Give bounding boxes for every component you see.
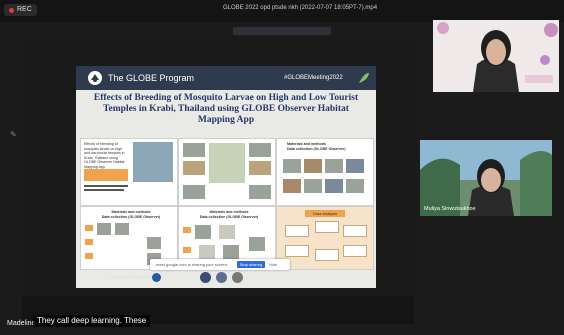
- top-toolbar-strip: [233, 27, 331, 35]
- slide-title: Effects of Breeding of Mosquito Larvae o…: [93, 93, 359, 125]
- participant-2-video: [420, 140, 552, 216]
- photo-7: [283, 159, 301, 173]
- photo-20: [219, 225, 235, 239]
- participant-2-name: Muliya Sinwutsukhoe: [424, 206, 476, 212]
- map-thailand: [209, 143, 245, 183]
- methods-heading-3: Materials and methods Data collection (G…: [199, 210, 259, 219]
- presentation-slide: The GLOBE Program #GLOBEMeeting2022 Effe…: [76, 66, 376, 288]
- participant-tile-2[interactable]: Muliya Sinwutsukhoe: [420, 140, 552, 216]
- photo-14: [346, 179, 364, 193]
- methods-heading-2: Materials and methods Data collection (G…: [101, 210, 161, 219]
- photo-12: [304, 179, 322, 193]
- photo-15: [97, 223, 111, 235]
- conference-hashtag: #GLOBEMeeting2022: [284, 75, 343, 81]
- screen-share-notice: meet.google.com is sharing your screen. …: [150, 259, 290, 270]
- photo-6: [249, 185, 271, 199]
- leaf-icon: [359, 73, 369, 83]
- photo-23: [249, 237, 265, 251]
- pen-icon[interactable]: ✎: [10, 131, 17, 139]
- intro-panel: Effects of breeding of mosquito larvae o…: [80, 138, 178, 206]
- photo-17: [147, 237, 161, 249]
- photo-19: [195, 225, 211, 239]
- photo-5: [183, 185, 205, 199]
- photo-11: [283, 179, 301, 193]
- photo-16: [115, 223, 129, 235]
- share-message: meet.google.com is sharing your screen.: [156, 262, 229, 267]
- photo-3: [183, 161, 205, 175]
- live-caption: They call deep learning. These: [33, 315, 151, 327]
- photo-2: [249, 143, 271, 157]
- photo-21: [199, 245, 215, 259]
- video-file-title: GLOBE 2022 opd ptsde nkh (2022-07-07 18:…: [222, 5, 378, 11]
- hide-button[interactable]: Hide: [269, 261, 277, 268]
- photo-1: [183, 143, 205, 157]
- sponsor-strip: Sponsored by Supported by: [96, 270, 256, 286]
- participant-tile-1[interactable]: [433, 20, 559, 92]
- photo-4: [249, 161, 271, 175]
- nsf-logo-icon: [216, 272, 227, 283]
- nasa-logo-icon: [152, 273, 161, 282]
- highlight-box: [84, 169, 128, 181]
- participant-1-video: [433, 20, 559, 92]
- partner-logo-icon: [232, 272, 243, 283]
- map-photo: [133, 142, 173, 182]
- study-area-panel: [178, 138, 276, 206]
- record-dot-icon: [9, 7, 14, 13]
- slide-header: The GLOBE Program #GLOBEMeeting2022: [76, 66, 376, 90]
- methods-heading-1: Materials and methods Data collection (G…: [287, 142, 346, 151]
- data-analysis-panel: Data Analysis: [276, 206, 374, 270]
- photo-8: [304, 159, 322, 173]
- photo-9: [325, 159, 343, 173]
- recording-indicator: REC: [4, 4, 37, 16]
- globe-logo-icon: [88, 71, 102, 85]
- data-analysis-heading: Data Analysis: [305, 210, 345, 217]
- photo-22: [223, 245, 239, 259]
- photo-10: [346, 159, 364, 173]
- rec-label: REC: [17, 6, 32, 13]
- methods-panel-1: Materials and methods Data collection (G…: [276, 138, 374, 206]
- caption-speaker: Madeline: [7, 320, 36, 327]
- photo-13: [325, 179, 343, 193]
- noaa-logo-icon: [200, 272, 211, 283]
- program-name: The GLOBE Program: [108, 73, 195, 83]
- intro-text: Effects of breeding of mosquito larvae o…: [84, 142, 125, 169]
- stop-sharing-button[interactable]: Stop sharing: [237, 261, 265, 268]
